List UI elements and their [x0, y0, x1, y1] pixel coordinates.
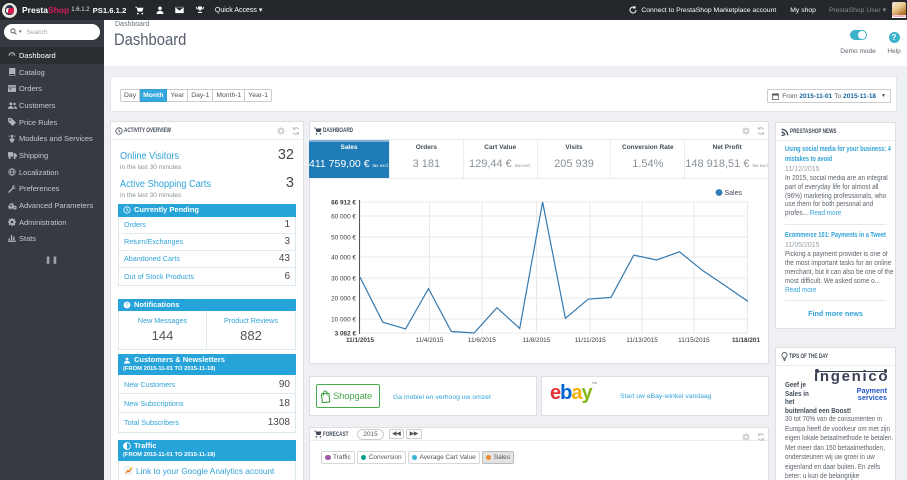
svg-text:11/13/2015: 11/13/2015: [626, 337, 658, 344]
svg-text:11/6/2015: 11/6/2015: [468, 337, 496, 344]
svg-text:20 000 €: 20 000 €: [331, 296, 356, 303]
svg-text:40 000 €: 40 000 €: [331, 255, 356, 262]
svg-text:11/4/2015: 11/4/2015: [416, 337, 444, 344]
svg-text:10 000 €: 10 000 €: [331, 317, 356, 324]
svg-text:11/1/2015: 11/1/2015: [346, 337, 375, 344]
svg-text:!: !: [126, 302, 128, 308]
svg-text:11/8/2015: 11/8/2015: [522, 337, 550, 344]
svg-text:66 912 €: 66 912 €: [331, 200, 356, 207]
svg-text:60 000 €: 60 000 €: [331, 214, 356, 221]
svg-text:11/15/2015: 11/15/2015: [678, 337, 710, 344]
svg-text:50 000 €: 50 000 €: [331, 235, 356, 242]
svg-text:11/18/201: 11/18/201: [732, 337, 761, 344]
svg-text:30 000 €: 30 000 €: [331, 276, 356, 283]
svg-text:11/11/2015: 11/11/2015: [575, 337, 606, 344]
svg-text:Sales: Sales: [725, 190, 743, 197]
